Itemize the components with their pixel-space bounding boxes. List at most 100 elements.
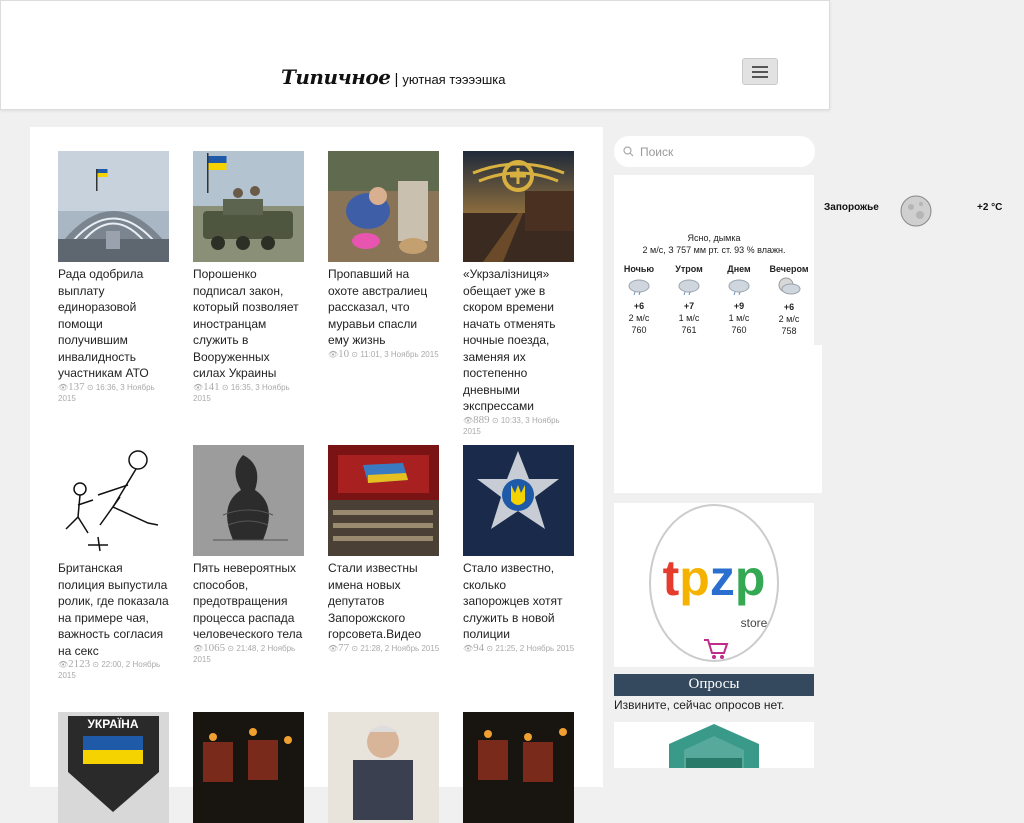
news-grid: Рада одобрила выплату единоразовой помощ…	[30, 127, 603, 823]
clock-icon: ⊙	[351, 349, 359, 359]
armored-vehicle-thumbnail[interactable]	[193, 151, 304, 262]
weather-period: Днем +9 1 м/с 760	[714, 264, 764, 335]
tpzp-store-ad[interactable]: tpzp store	[614, 503, 814, 667]
eye-icon: 👁	[328, 643, 339, 653]
view-count: 77	[338, 641, 350, 654]
view-count: 1065	[203, 641, 226, 654]
clock-icon: ⊙	[86, 382, 94, 392]
news-card[interactable]: Порошенко подписал закон, который позвол…	[193, 151, 305, 404]
news-card[interactable]: Стали известны имена новых депутатов Зап…	[328, 445, 440, 654]
period-wind: 2 м/с	[628, 313, 650, 323]
period-wind: 1 м/с	[678, 313, 700, 323]
news-card[interactable]: Стало известно, сколько запорожцев хотят…	[463, 445, 575, 654]
hamburger-line	[752, 70, 768, 73]
period-wind: 1 м/с	[728, 313, 750, 323]
parliament-thumbnail[interactable]	[58, 151, 169, 262]
logo-title: Типичное	[281, 65, 391, 89]
period-pressure: 761	[681, 325, 697, 335]
railway-thumbnail[interactable]	[463, 151, 574, 262]
article-title[interactable]: Пять невероятных способов, предотвращени…	[193, 560, 305, 643]
period-pressure: 760	[631, 325, 647, 335]
tpzp-brand-text: tpzp	[663, 550, 766, 606]
polls-empty-text: Извините, сейчас опросов нет.	[614, 698, 785, 712]
sidebar-blank-widget	[614, 345, 822, 493]
article-date: 21:25, 2 Ноябрь 2015	[495, 643, 575, 653]
police-emblem-thumbnail[interactable]	[463, 445, 574, 556]
period-name: Утром	[675, 264, 703, 274]
tpzp-sub-text: store	[741, 616, 768, 630]
article-title[interactable]: Порошенко подписал закон, который позвол…	[193, 266, 305, 382]
period-name: Вечером	[769, 264, 809, 274]
article-meta: 👁889 ⊙ 10:33, 3 Ноябрь 2015	[463, 413, 575, 437]
period-pressure: 758	[781, 326, 797, 336]
period-pressure: 760	[731, 325, 747, 335]
article-meta: 👁77 ⊙ 21:28, 2 Ноябрь 2015	[328, 641, 440, 654]
clock-icon: ⊙	[221, 382, 229, 392]
period-temp: +6	[633, 301, 645, 311]
article-meta: 👁141 ⊙ 16:35, 3 Ноябрь 2015	[193, 380, 305, 404]
article-meta: 👁94 ⊙ 21:25, 2 Ноябрь 2015	[463, 641, 575, 654]
eye-icon: 👁	[193, 382, 204, 392]
period-temp: +6	[783, 302, 795, 312]
news-card[interactable]: Пять невероятных способов, предотвращени…	[193, 445, 305, 665]
weather-stats: 2 м/с, З 757 мм рт. ст. 93 % влажн.	[642, 245, 786, 255]
view-count: 2123	[68, 658, 91, 670]
search-box[interactable]	[614, 136, 815, 167]
weather-city: Запорожье	[824, 202, 879, 213]
cloud-rain-icon	[728, 279, 750, 296]
period-temp: +9	[733, 301, 745, 311]
article-title[interactable]: Стали известны имена новых депутатов Зап…	[328, 560, 440, 643]
view-count: 137	[68, 380, 85, 393]
stick-figure-thumbnail[interactable]	[58, 445, 169, 556]
view-count: 889	[473, 413, 490, 426]
view-count: 141	[203, 380, 220, 393]
logo-separator: |	[394, 71, 399, 88]
weather-description: Ясно, дымка	[687, 233, 741, 243]
news-card[interactable]: «Укрзалізниця» обещает уже в скором врем…	[463, 151, 575, 437]
news-card[interactable]: Британская полиция выпустила ролик, где …	[58, 445, 170, 681]
hamburger-line	[752, 75, 768, 78]
eye-icon: 👁	[58, 382, 69, 392]
weather-period: Ночью +6 2 м/с 760	[614, 264, 664, 335]
article-title[interactable]: Британская полиция выпустила ролик, где …	[58, 560, 170, 659]
article-title[interactable]: Пропавший на охоте австралиец рассказал,…	[328, 266, 440, 349]
sidebar-ad-banner[interactable]	[614, 722, 814, 768]
eye-icon: 👁	[463, 415, 474, 425]
tpzp-logo[interactable]: tpzp store	[614, 503, 814, 667]
site-logo[interactable]: Типичное | уютная тээээшка	[281, 65, 505, 89]
brand-letter: t	[663, 550, 680, 606]
clock-icon: ⊙	[491, 415, 499, 425]
news-card[interactable]: Рада одобрила выплату единоразовой помощ…	[58, 151, 170, 404]
council-hall-thumbnail[interactable]	[328, 445, 439, 556]
article-title[interactable]: Рада одобрила выплату единоразовой помощ…	[58, 266, 170, 382]
period-temp: +7	[683, 301, 695, 311]
weather-period: Утром +7 1 м/с 761	[664, 264, 714, 335]
moon-icon	[900, 195, 932, 227]
brand-letter: p	[679, 550, 710, 606]
article-title[interactable]: «Укрзалізниця» обещает уже в скором врем…	[463, 266, 575, 415]
eye-icon: 👁	[463, 643, 474, 653]
article-date: 11:01, 3 Ноябрь 2015	[360, 349, 439, 359]
view-count: 10	[338, 347, 350, 360]
search-input[interactable]	[638, 143, 812, 160]
sculpture-thumbnail[interactable]	[193, 445, 304, 556]
news-card[interactable]: Пропавший на охоте австралиец рассказал,…	[328, 151, 440, 360]
article-meta: 👁2123 ⊙ 22:00, 2 Ноябрь 2015	[58, 659, 170, 681]
hamburger-menu-button[interactable]	[742, 58, 778, 85]
weather-period: Вечером +6 2 м/с 758	[764, 264, 814, 336]
brand-letter: p	[735, 550, 766, 606]
clock-icon: ⊙	[92, 660, 100, 669]
article-title[interactable]: Стало известно, сколько запорожцев хотят…	[463, 560, 575, 643]
hunter-thumbnail[interactable]	[328, 151, 439, 262]
logo-tagline: уютная тээээшка	[402, 72, 506, 87]
brand-letter: z	[710, 550, 735, 606]
search-icon	[623, 146, 634, 157]
article-date: 21:28, 2 Ноябрь 2015	[360, 643, 440, 653]
site-header: Типичное | уютная тээээшка	[0, 0, 830, 110]
view-count: 94	[473, 641, 485, 654]
cloud-rain-icon	[678, 279, 700, 296]
hamburger-line	[752, 65, 768, 68]
article-meta: 👁1065 ⊙ 21:48, 2 Ноябрь 2015	[193, 641, 305, 665]
premium-badge	[669, 724, 759, 768]
clock-icon: ⊙	[486, 643, 494, 653]
